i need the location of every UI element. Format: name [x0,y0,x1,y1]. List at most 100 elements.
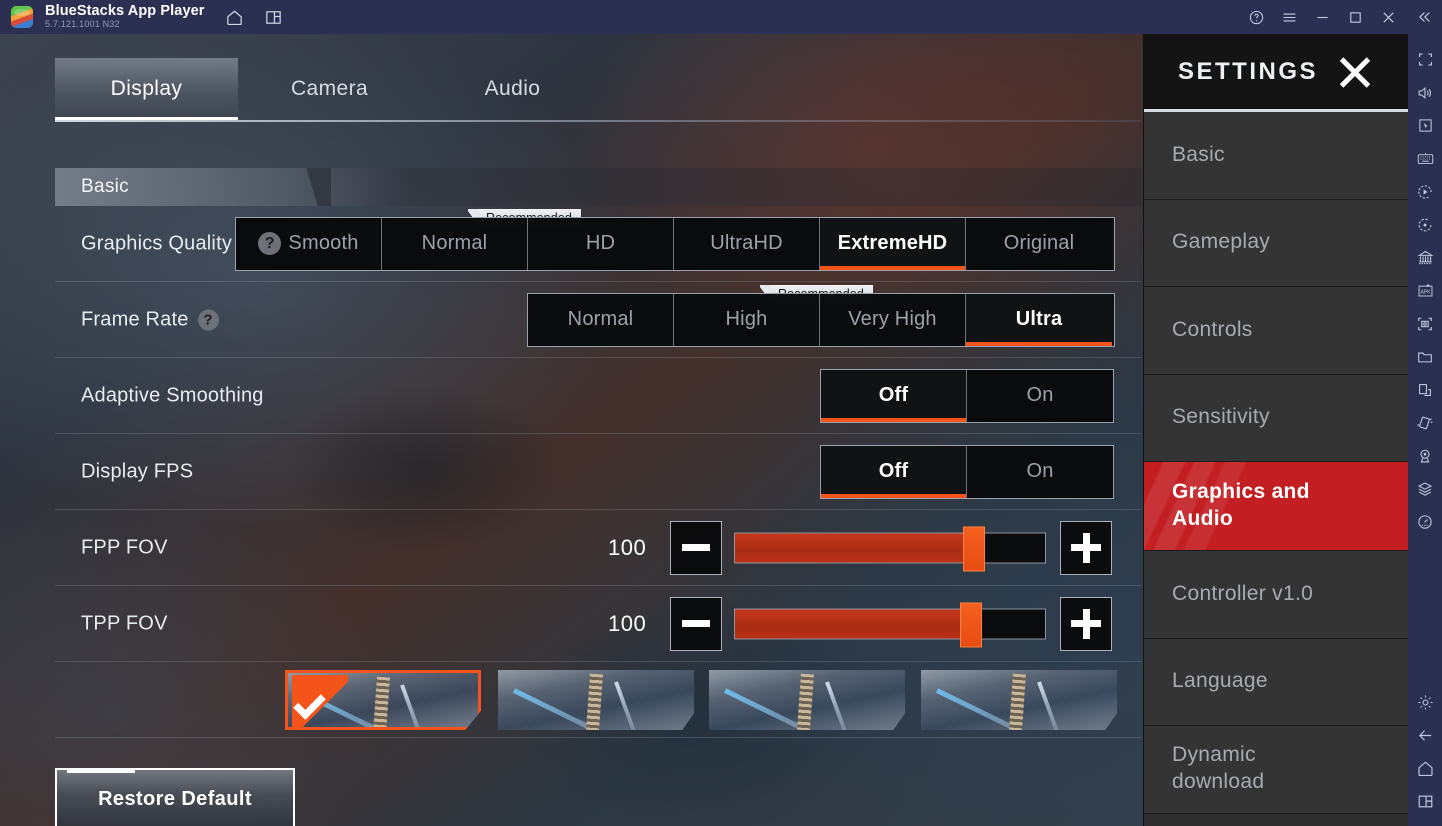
close-x-icon[interactable] [1334,52,1374,92]
tab-display[interactable]: Display [55,58,238,120]
help-icon[interactable] [1240,0,1273,34]
row-fpp-fov: FPP FOV 100 [55,510,1141,586]
menu-item-controller[interactable]: Controller v1.0 [1144,551,1408,639]
titlebar: BlueStacks App Player 5.7.121.1001 N32 [0,0,1442,34]
tabs-divider [55,120,1141,122]
section-header-basic: Basic [55,168,1141,206]
option-very-high-fps[interactable]: Very High [820,293,966,346]
help-icon-smooth[interactable]: ? [258,232,282,255]
value-tpp-fov: 100 [608,610,647,636]
option-ultra-fps[interactable]: Ultra [966,293,1112,346]
option-fps-off[interactable]: Off [821,445,967,498]
section-header-label: Basic [81,176,129,197]
thumbnail-selected-check-icon [292,675,348,727]
tpp-fov-slider-fill [735,609,971,638]
tpp-fov-slider[interactable] [734,602,1046,647]
row-label-frame-rate: Frame Rate ? [81,308,219,331]
fpp-fov-decrease-button[interactable] [670,520,722,575]
tpp-fov-slider-handle[interactable] [959,602,982,647]
menu-item-basic-label: Basic [1172,142,1225,166]
shake-icon[interactable] [1408,406,1442,439]
menu-item-controls-label: Controls [1172,317,1253,341]
tpp-fov-increase-button[interactable] [1060,596,1112,651]
tpp-fov-decrease-button[interactable] [670,596,722,651]
maximize-icon[interactable] [1339,0,1372,34]
style-thumbnail-3[interactable] [709,670,905,730]
location-icon[interactable] [1408,439,1442,472]
help-icon-frame-rate[interactable]: ? [197,309,219,330]
tab-audio[interactable]: Audio [421,58,604,120]
plus-icon [1071,532,1101,563]
menu-item-language[interactable]: Language [1144,638,1408,726]
gear-icon[interactable] [1408,686,1442,719]
fpp-fov-slider[interactable] [734,526,1046,571]
recents-icon[interactable] [1408,785,1442,818]
restore-default-button[interactable]: Restore Default [55,768,295,826]
screenshot-icon[interactable] [1408,307,1442,340]
menu-item-sensitivity[interactable]: Sensitivity [1144,374,1408,462]
toggle-display-fps: Off On [820,444,1114,499]
fpp-fov-increase-button[interactable] [1060,520,1112,575]
home-icon[interactable] [225,8,244,27]
menu-item-graphics-and-audio[interactable]: Graphics and Audio [1144,462,1408,551]
fpp-fov-slider-handle[interactable] [962,526,985,571]
toggle-adaptive-smoothing: Off On [820,368,1114,423]
folder-icon[interactable] [1408,340,1442,373]
menu-item-dynamic-download[interactable]: Dynamic download [1144,726,1408,814]
row-label-fpp-fov: FPP FOV [81,536,168,558]
row-label-frame-rate-text: Frame Rate [81,308,189,330]
volume-icon[interactable] [1408,76,1442,109]
option-normal[interactable]: Normal [382,217,528,270]
keyboard-icon[interactable] [1408,142,1442,175]
cursor-icon[interactable] [1408,109,1442,142]
option-smooth-label: Smooth [288,232,359,254]
option-original[interactable]: Original [966,217,1112,270]
row-label-display-fps: Display FPS [81,460,194,482]
rotate-icon[interactable] [1408,208,1442,241]
minus-icon [682,544,710,551]
app-version: 5.7.121.1001 N32 [45,19,120,29]
close-icon[interactable] [1372,0,1405,34]
menu-item-controls[interactable]: Controls [1144,287,1408,375]
menu-item-basic[interactable]: Basic [1144,112,1408,200]
titlebar-nav-icons [225,8,283,27]
option-adaptive-off[interactable]: Off [821,369,967,422]
option-ultrahd[interactable]: UltraHD [674,217,820,270]
collapse-icon[interactable] [1405,0,1442,34]
style-thumbnail-1[interactable] [285,670,481,730]
menu-item-language-label: Language [1172,669,1268,693]
multi-instance-icon[interactable] [264,8,283,27]
style-thumbnail-4[interactable] [921,670,1117,730]
option-normal-fps[interactable]: Normal [528,293,674,346]
layers-icon[interactable] [1408,472,1442,505]
multi-instance-icon[interactable] [1408,241,1442,274]
segmented-graphics-quality: ? Smooth Normal HD UltraHD ExtremeHD Ori… [235,216,1115,271]
row-adaptive-smoothing: Adaptive Smoothing Off On [55,358,1141,434]
menu-icon[interactable] [1273,0,1306,34]
row-frame-rate: Frame Rate ? Recommended Normal High Ver… [55,282,1141,358]
style-thumbnail-2[interactable] [498,670,694,730]
menu-item-graphics-and-audio-label: Graphics and Audio [1172,480,1310,530]
fullscreen-icon[interactable] [1408,43,1442,76]
settings-side-menu: SETTINGS Basic Gameplay Controls Sensiti… [1143,34,1408,826]
option-extremehd[interactable]: ExtremeHD [820,217,966,270]
row-label-adaptive-smoothing: Adaptive Smoothing [81,384,264,406]
option-fps-on[interactable]: On [967,445,1113,498]
menu-item-gameplay[interactable]: Gameplay [1144,199,1408,287]
restore-default-label: Restore Default [98,787,252,810]
copy-instance-icon[interactable] [1408,373,1442,406]
segmented-frame-rate: Normal High Very High Ultra [527,292,1115,347]
option-high-fps[interactable]: High [674,293,820,346]
back-icon[interactable] [1408,719,1442,752]
install-apk-icon[interactable]: APK [1408,274,1442,307]
option-adaptive-on[interactable]: On [967,369,1113,422]
tab-camera[interactable]: Camera [238,58,421,120]
row-label-tpp-fov: TPP FOV [81,612,168,634]
home-icon[interactable] [1408,752,1442,785]
option-hd[interactable]: HD [528,217,674,270]
minimize-icon[interactable] [1306,0,1339,34]
macro-record-icon[interactable] [1408,175,1442,208]
gauge-icon[interactable] [1408,505,1442,538]
option-smooth[interactable]: ? Smooth [236,217,382,270]
row-display-fps: Display FPS Off On [55,434,1141,510]
